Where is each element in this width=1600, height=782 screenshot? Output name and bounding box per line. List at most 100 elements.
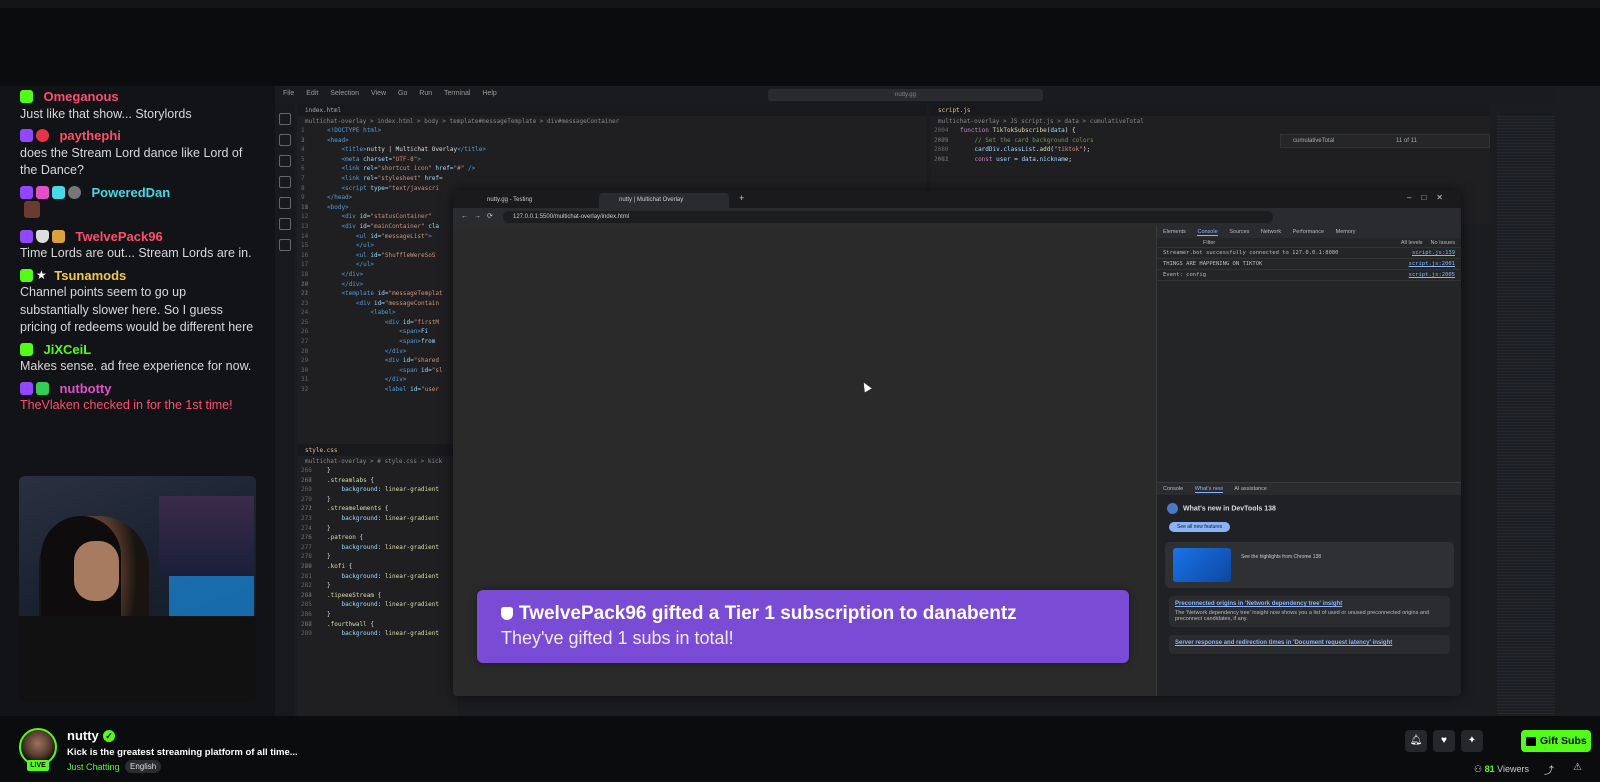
emote-icon: [24, 201, 40, 219]
language-tag[interactable]: English: [125, 760, 162, 773]
chat-message: JiXCeiL Makes sense. ad free experience …: [20, 341, 256, 376]
drawer-tabs: Console What's new AI assistance: [1157, 483, 1461, 495]
chat-username: TwelvePack96: [75, 228, 163, 244]
chat-text: Just like that show... Storylords: [20, 106, 192, 121]
console-levels: All levels: [1400, 240, 1423, 246]
nav-arrows-icon: ←→⟳: [461, 213, 499, 220]
gem-badge-icon: [36, 185, 49, 199]
extensions-icon: [279, 197, 291, 209]
drawer-tab: Console: [1163, 486, 1184, 492]
chat-text: Makes sense. ad free experience for now.: [20, 359, 252, 374]
devtools-tab: Sources: [1229, 229, 1250, 235]
channel-info-bar: LIVE nutty ✓ Kick is the greatest stream…: [0, 716, 1600, 782]
live-badge: LIVE: [27, 760, 49, 771]
chat-username: Omeganous: [43, 89, 119, 104]
console-issues: No Issues: [1430, 240, 1455, 246]
chat-text: Time Lords are out... Stream Lords are i…: [20, 246, 252, 261]
gift-subs-button[interactable]: Gift Subs: [1521, 730, 1591, 752]
highlights-caption: See the highlights from Chrome 138: [1241, 554, 1322, 560]
alert-title-text: TwelvePack96 gifted a Tier 1 subscriptio…: [519, 603, 1017, 624]
find-text: cumulativeTotal: [1293, 138, 1335, 144]
screen-share: File Edit Selection View Go Run Terminal…: [275, 86, 1600, 716]
kick-badge-icon: [20, 342, 33, 356]
devtools-tab-active: Console: [1197, 229, 1218, 236]
editor-breadcrumb: multichat-overlay > # style.css > kick: [305, 458, 443, 465]
kick-badge-icon: [20, 90, 33, 104]
chat-text: [20, 201, 256, 224]
bot-badge-icon: [36, 382, 49, 396]
activity-bar: [275, 104, 295, 716]
find-widget: cumulativeTotal 11 of 11: [1280, 134, 1490, 148]
share-icon[interactable]: ⤴: [1544, 762, 1554, 777]
console-filter: Filter: [1203, 240, 1216, 246]
editor-minimap: [1497, 116, 1555, 716]
notification-bell-button[interactable]: 🔔︎: [1405, 730, 1427, 752]
menu-item: Terminal: [443, 90, 471, 97]
gift-sub-alert: TwelvePack96 gifted a Tier 1 subscriptio…: [477, 590, 1129, 663]
whats-new-item: Preconnected origins in 'Network depende…: [1169, 596, 1450, 627]
whats-new-body: The 'Network dependency tree' insight no…: [1175, 610, 1430, 622]
chat-message: Omeganous Just like that show... Storylo…: [20, 88, 256, 123]
twitch-badge-icon: [20, 382, 33, 396]
heart-badge-icon: [36, 129, 49, 143]
source-control-icon: [279, 155, 291, 167]
chat-text: does the Stream Lord dance like Lord of …: [20, 145, 243, 178]
drawer-tab-active: What's new: [1194, 486, 1223, 493]
bell-icon: 🔔︎: [1409, 735, 1423, 746]
sparkle-button[interactable]: ✦: [1461, 730, 1483, 752]
console-line: script.js:2005 Event: config: [1157, 270, 1461, 281]
verified-icon: ✓: [103, 730, 115, 742]
url-bar: 127.0.0.1:5500/multichat-overlay/index.h…: [503, 211, 1273, 223]
chrome-devtools-icon: [1167, 503, 1178, 514]
viewers-icon: ⚇: [1474, 764, 1483, 774]
browser-tab: nutty.gg - Testing: [487, 197, 533, 203]
see-all-features-button: See all new features: [1169, 522, 1231, 532]
category-link[interactable]: Just Chatting: [67, 762, 120, 772]
follow-button[interactable]: ♥: [1433, 730, 1455, 752]
remote-icon: [279, 218, 291, 230]
whats-new-title: What's new in DevTools 138: [1157, 495, 1461, 522]
whats-new-heading: Server response and redirection times in…: [1175, 640, 1393, 646]
channel-name[interactable]: nutty: [67, 728, 99, 743]
top-bar: [0, 0, 1600, 8]
editor-tab: index.html: [297, 104, 927, 116]
video-player[interactable]: Omeganous Just like that show... Storylo…: [0, 86, 1600, 716]
chat-username: nutbotty: [59, 380, 112, 396]
chat-system-text: TheVlaken checked in for the 1st time!: [20, 398, 233, 413]
twitch-badge-icon: [20, 129, 33, 143]
diamond-badge-icon: [52, 185, 65, 199]
heart-icon: ♥: [1441, 735, 1447, 746]
chat-message: ★ Tsunamods Channel points seem to go up…: [20, 267, 256, 337]
devtools-tab: Performance: [1292, 229, 1325, 235]
video-thumbnail: [1173, 548, 1231, 582]
chat-text: Channel points seem to go up substantial…: [20, 285, 254, 335]
console-toolbar: Filter No Issues All levels: [1157, 238, 1461, 248]
vscode-menubar: File Edit Selection View Go Run Terminal…: [275, 86, 1555, 104]
twitch-badge-icon: [20, 185, 33, 199]
whats-new-heading: Preconnected origins in 'Network depende…: [1175, 601, 1343, 607]
editor-tab: style.css: [297, 444, 457, 456]
report-icon[interactable]: ⚠: [1573, 762, 1582, 773]
editor-breadcrumb: multichat-overlay > index.html > body > …: [305, 118, 620, 125]
devtools-tab: Network: [1260, 229, 1282, 235]
kick-badge-icon: [20, 268, 33, 282]
stream-page: Omeganous Just like that show... Storylo…: [0, 0, 1600, 782]
menu-item: Help: [482, 90, 497, 97]
sub-badge-icon: [52, 229, 65, 243]
chat-username: JiXCeiL: [43, 341, 92, 357]
drawer-tab: AI assistance: [1234, 486, 1267, 492]
account-icon: [279, 239, 291, 251]
alert-title: TwelvePack96 gifted a Tier 1 subscriptio…: [501, 602, 1105, 626]
gift-subs-label: Gift Subs: [1540, 735, 1587, 747]
menu-item: Go: [398, 90, 408, 97]
devtools-drawer: Console What's new AI assistance What's …: [1157, 482, 1461, 696]
browser-window: nutty.gg - Testing nutty | Multichat Ove…: [453, 190, 1461, 696]
whats-new-item: Server response and redirection times in…: [1169, 635, 1450, 654]
editor-breadcrumb: multichat-overlay > JS script.js > data …: [938, 118, 1144, 125]
chat-message: nutbotty TheVlaken checked in for the 1s…: [20, 380, 256, 415]
new-tab-icon: +: [739, 193, 745, 203]
webcam-feed: [19, 476, 256, 702]
alert-subtitle: They've gifted 1 subs in total!: [501, 628, 734, 648]
shield-icon: [501, 607, 513, 621]
search-icon: [279, 134, 291, 146]
